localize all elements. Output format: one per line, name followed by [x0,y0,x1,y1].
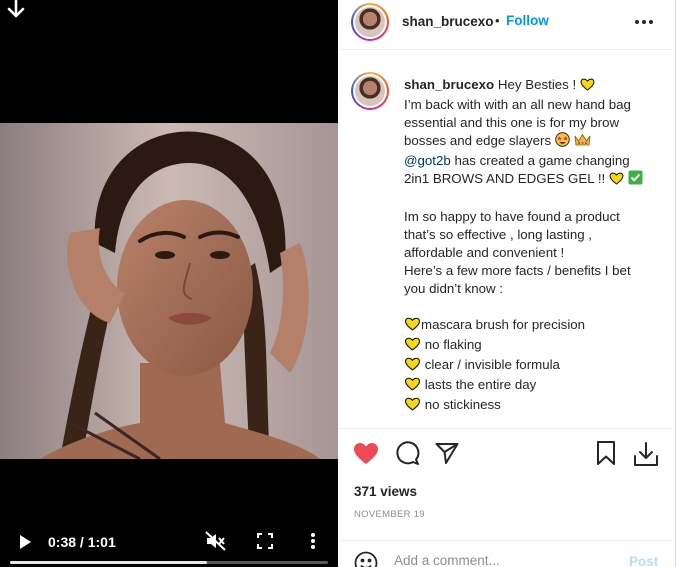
caption-line-2: essential and this one is for my brow [404,115,620,130]
benefit-item: no flaking [404,336,660,356]
video-player[interactable]: 0:38 / 1:01 [0,0,338,567]
post-panel: shan_brucexo • Follow shan_brucexo Hey B… [338,0,676,567]
star-eyes-icon [555,132,570,152]
download-icon[interactable] [631,440,661,468]
yellow-heart-icon [580,78,595,96]
play-icon[interactable] [16,533,34,551]
crown-icon [574,133,591,152]
benefit-text: mascara brush for precision [421,317,586,332]
yellow-heart-icon [404,317,421,336]
avatar[interactable] [351,3,389,41]
caption-username[interactable]: shan_brucexo [404,77,494,92]
caption-gel-line: 2in1 BROWS AND EDGES GEL !! [404,171,606,186]
caption-para2-line-2: that’s so effective , long lasting , [404,227,592,242]
caption-para2-line-1: Im so happy to have found a product [404,209,620,224]
video-progress-fill [10,561,208,564]
yellow-heart-icon [609,172,624,190]
yellow-heart-icon [404,337,421,356]
yellow-heart-icon [404,397,421,416]
current-time: 0:38 [48,534,77,550]
video-controls: 0:38 / 1:01 [0,515,338,567]
muted-icon[interactable] [205,531,227,551]
video-time: 0:38 / 1:01 [48,534,116,550]
header-dot: • [495,13,500,28]
caption-text: shan_brucexo Hey Besties ! I’m back with… [404,76,660,416]
post-date: NOVEMBER 19 [354,509,425,520]
mention-link[interactable]: @got2b [404,153,451,168]
duration: 1:01 [87,534,116,550]
time-separator: / [79,534,84,550]
caption-first-text: Hey Besties ! [497,77,577,92]
share-icon[interactable] [433,440,461,466]
caption-mention-rest: has created a game changing [454,153,630,168]
caption-para2-line-3: affordable and convenient ! [404,245,565,260]
video-still-image [0,123,338,459]
post-header: shan_brucexo • Follow [338,0,672,50]
more-vertical-icon[interactable] [304,532,322,550]
bookmark-icon[interactable] [592,440,620,466]
caption-para2-line-4: Here’s a few more facts / benefits I bet [404,263,631,278]
video-progress-bar[interactable] [10,561,328,564]
fullscreen-icon[interactable] [256,532,274,550]
emoji-smile-icon[interactable] [354,551,378,567]
follow-button[interactable]: Follow [506,13,549,28]
caption-line-3: bosses and edge slayers [404,133,552,148]
caption-avatar[interactable] [351,72,389,110]
yellow-heart-icon [404,377,421,396]
yellow-heart-icon [404,357,421,376]
views-count: 371 views [354,484,418,499]
caption-line-1: I’m back with with an all new hand bag [404,97,631,112]
benefit-text: no stickiness [424,397,501,412]
post-button[interactable]: Post [629,554,658,567]
benefit-text: lasts the entire day [424,377,537,392]
check-mark-icon [628,170,643,190]
video-frame [0,123,338,459]
benefit-item: clear / invisible formula [404,356,660,376]
benefit-item: mascara brush for precision [404,316,660,336]
benefit-text: no flaking [424,337,482,352]
caption-para2-line-5: you didn’t know : [404,281,504,296]
benefit-text: clear / invisible formula [424,357,560,372]
benefit-item: no stickiness [404,396,660,416]
caption-section: shan_brucexo Hey Besties ! I’m back with… [338,52,672,428]
down-arrow-icon[interactable] [6,0,26,20]
comment-input[interactable] [394,553,614,567]
comment-bar: Post [338,540,672,567]
comment-icon[interactable] [393,440,421,466]
header-username[interactable]: shan_brucexo [402,14,494,29]
more-horizontal-icon[interactable] [634,18,654,26]
post-actions: 371 views NOVEMBER 19 Post [338,428,672,567]
benefit-item: lasts the entire day [404,376,660,396]
like-heart-icon[interactable] [352,440,380,466]
